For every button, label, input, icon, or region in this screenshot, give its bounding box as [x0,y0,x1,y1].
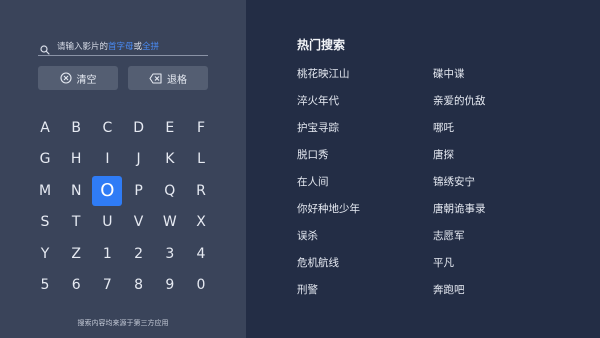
key-2[interactable]: 2 [124,239,154,269]
key-v[interactable]: V [124,207,154,237]
key-d[interactable]: D [124,113,154,143]
key-o[interactable]: O [92,175,123,206]
hot-search-item[interactable]: 桃花映江山 [297,66,350,81]
key-t[interactable]: T [61,207,91,237]
backspace-icon [149,72,162,84]
key-y[interactable]: Y [30,239,60,269]
key-7[interactable]: 7 [92,270,122,300]
search-icon [40,40,52,55]
key-w[interactable]: W [155,207,185,237]
hot-search-item[interactable]: 唐探 [433,147,454,162]
source-disclaimer: 搜索内容均来源于第三方应用 [77,319,169,327]
key-r[interactable]: R [186,176,216,206]
backspace-button[interactable]: 退格 [128,66,208,90]
key-8[interactable]: 8 [124,270,154,300]
clear-button-label: 清空 [76,74,97,86]
hot-search-item[interactable]: 护宝寻踪 [297,120,339,135]
key-b[interactable]: B [61,113,91,143]
key-0[interactable]: 0 [186,270,216,300]
key-3[interactable]: 3 [155,239,185,269]
key-e[interactable]: E [155,113,185,143]
key-6[interactable]: 6 [61,270,91,300]
key-n[interactable]: N [61,176,91,206]
key-u[interactable]: U [92,207,122,237]
backspace-button-label: 退格 [167,74,187,86]
hot-search-item[interactable]: 在人间 [297,174,329,189]
hot-search-item[interactable]: 平凡 [433,255,454,270]
key-p[interactable]: P [124,176,154,206]
key-i[interactable]: I [92,144,122,174]
hot-search-item[interactable]: 淬火年代 [297,93,339,108]
key-h[interactable]: H [61,144,91,174]
hot-search-title: 热门搜索 [297,38,346,52]
hot-search-item[interactable]: 哪吒 [433,120,454,135]
key-s[interactable]: S [30,207,60,237]
hot-search-item[interactable]: 误杀 [297,228,318,243]
hot-search-item[interactable]: 奔跑吧 [433,282,465,297]
key-a[interactable]: A [30,113,60,143]
key-9[interactable]: 9 [155,270,185,300]
hot-search-item[interactable]: 危机航线 [297,255,339,270]
key-g[interactable]: G [30,144,60,174]
hot-search-item[interactable]: 唐朝诡事录 [433,201,486,216]
key-f[interactable]: F [186,113,216,143]
clear-button[interactable]: 清空 [38,66,118,90]
key-z[interactable]: Z [61,239,91,269]
key-1[interactable]: 1 [92,239,122,269]
key-4[interactable]: 4 [186,239,216,269]
key-k[interactable]: K [155,144,185,174]
hot-search-item[interactable]: 锦绣安宁 [433,174,475,189]
hot-search-item[interactable]: 刑警 [297,282,318,297]
key-c[interactable]: C [92,113,122,143]
search-input[interactable]: 请输入影片的首字母或全拼 [38,36,208,56]
hot-search-item[interactable]: 你好种地少年 [297,201,360,216]
clear-icon [59,72,72,84]
hot-search-item[interactable]: 志愿军 [433,228,465,243]
hot-search-item[interactable]: 碟中谍 [433,66,465,81]
key-m[interactable]: M [30,176,60,206]
hot-search-item[interactable]: 亲爱的仇敌 [433,93,486,108]
key-5[interactable]: 5 [30,270,60,300]
hot-search-item[interactable]: 脱口秀 [297,147,329,162]
key-x[interactable]: X [186,207,216,237]
search-placeholder: 请输入影片的首字母或全拼 [57,41,160,52]
key-l[interactable]: L [186,144,216,174]
key-j[interactable]: J [124,144,154,174]
key-q[interactable]: Q [155,176,185,206]
